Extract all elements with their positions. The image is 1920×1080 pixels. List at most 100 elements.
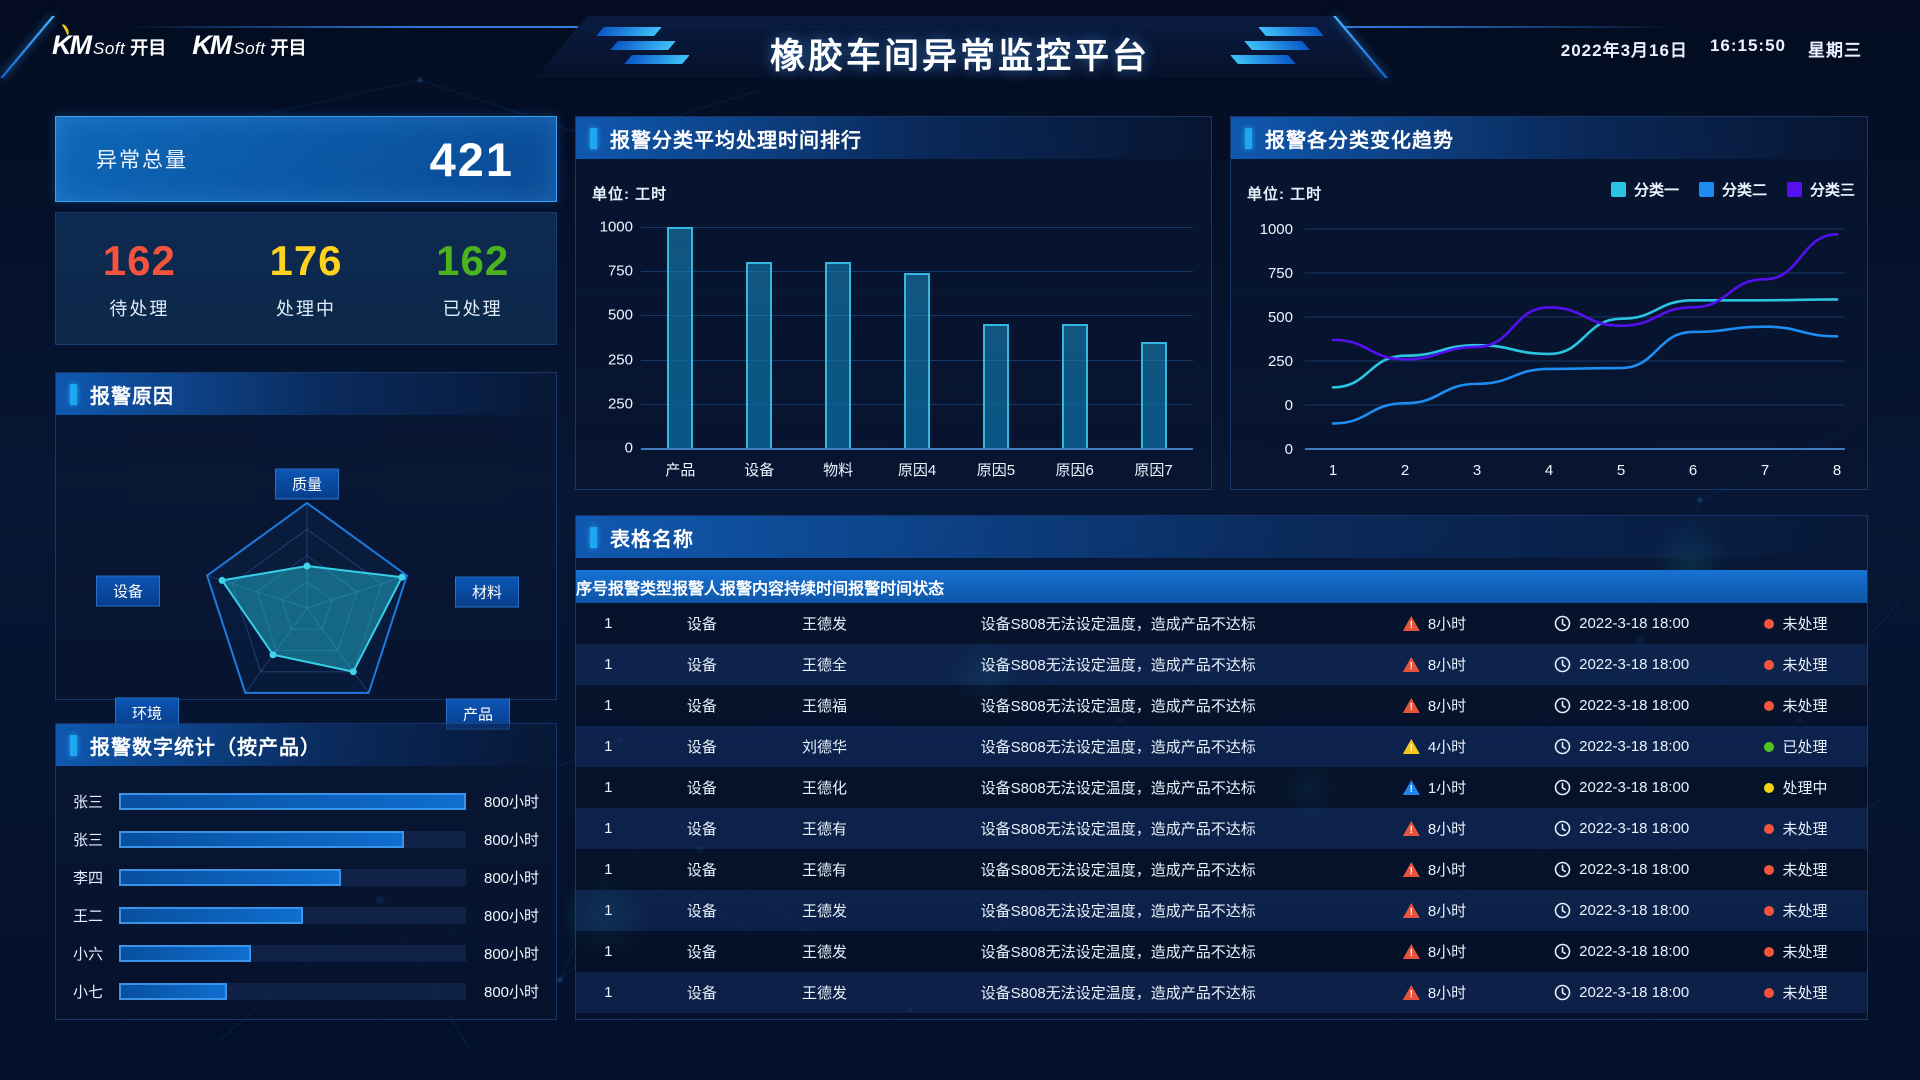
clock-icon (1554, 861, 1571, 878)
status-dot-icon (1764, 947, 1774, 957)
cell-content: 设备S808无法设定温度，造成产品不达标 (886, 777, 1351, 798)
cell-status: 未处理 (1725, 859, 1867, 880)
product-bar-row: 小七 800小时 (56, 972, 556, 1010)
cell-no: 1 (576, 943, 641, 960)
bar-track (119, 831, 466, 848)
cell-reporter: 王德有 (763, 818, 886, 839)
status-dot-icon (1764, 824, 1774, 834)
total-abnormal-card: 异常总量 421 (55, 116, 557, 202)
cell-alarm-time: 2022-3-18 18:00 (1518, 943, 1725, 960)
duration-text: 8小时 (1428, 654, 1466, 675)
cell-alarm-type: 设备 (641, 859, 764, 880)
legend-item[interactable]: 分类二 (1699, 179, 1767, 200)
legend-swatch-icon (1787, 182, 1802, 197)
page-title: 橡胶车间异常监控平台 (0, 28, 1920, 79)
product-bar-row: 李四 800小时 (56, 858, 556, 896)
clock-icon (1554, 615, 1571, 632)
x-category-label: 产品 (641, 459, 720, 480)
cell-alarm-time: 2022-3-18 18:00 (1518, 738, 1725, 755)
status-text: 未处理 (1782, 900, 1827, 921)
legend-label: 分类二 (1722, 179, 1767, 200)
cell-reporter: 王德发 (763, 982, 886, 1003)
cell-alarm-type: 设备 (641, 777, 764, 798)
cell-no: 1 (576, 984, 641, 1001)
svg-text:7: 7 (1761, 462, 1769, 479)
product-name: 小七 (73, 981, 119, 1002)
legend-swatch-icon (1699, 182, 1714, 197)
stat-value: 162 (389, 237, 556, 285)
x-category-label: 设备 (720, 459, 799, 480)
bar-track (119, 945, 466, 962)
cell-content: 设备S808无法设定温度，造成产品不达标 (886, 818, 1351, 839)
time-text: 2022-3-18 18:00 (1579, 697, 1689, 714)
bar-fill (119, 945, 251, 962)
cell-status: 未处理 (1725, 613, 1867, 634)
status-text: 未处理 (1782, 613, 1827, 634)
cell-content: 设备S808无法设定温度，造成产品不达标 (886, 859, 1351, 880)
table-row: 1 设备 王德发 设备S808无法设定温度，造成产品不达标 8小时 2022-3… (576, 972, 1867, 1013)
cell-no: 1 (576, 615, 641, 632)
legend-item[interactable]: 分类三 (1787, 179, 1855, 200)
warning-triangle-icon (1403, 698, 1420, 713)
cell-duration: 8小时 (1351, 859, 1519, 880)
table-row: 1 设备 王德有 设备S808无法设定温度，造成产品不达标 8小时 2022-3… (576, 849, 1867, 890)
panel-title: 表格名称 (610, 523, 694, 552)
cell-alarm-time: 2022-3-18 18:00 (1518, 861, 1725, 878)
radar-axis-label: 设备 (96, 576, 160, 607)
trend-line-分类二 (1333, 327, 1837, 424)
product-bar-row: 王二 800小时 (56, 896, 556, 934)
status-stat: 162 待处理 (56, 237, 223, 321)
duration-text: 8小时 (1428, 859, 1466, 880)
bar-track (119, 869, 466, 886)
bar-track (119, 907, 466, 924)
table-header-row: 序号报警类型报警人报警内容持续时间报警时间状态 (576, 570, 1867, 603)
panel-title: 报警各分类变化趋势 (1265, 124, 1454, 153)
table-body: 1 设备 王德发 设备S808无法设定温度，造成产品不达标 8小时 2022-3… (576, 603, 1867, 1013)
cell-content: 设备S808无法设定温度，造成产品不达标 (886, 654, 1351, 675)
trend-legend: 分类一 分类二 分类三 (1611, 179, 1855, 200)
cell-alarm-type: 设备 (641, 900, 764, 921)
status-stat: 162 已处理 (389, 237, 556, 321)
warning-triangle-icon (1403, 985, 1420, 1000)
duration-text: 1小时 (1428, 777, 1466, 798)
svg-text:4: 4 (1545, 462, 1553, 479)
cell-alarm-type: 设备 (641, 695, 764, 716)
status-text: 未处理 (1782, 818, 1827, 839)
cell-duration: 8小时 (1351, 654, 1519, 675)
table-row: 1 设备 王德化 设备S808无法设定温度，造成产品不达标 1小时 2022-3… (576, 767, 1867, 808)
time-text: 2022-3-18 18:00 (1579, 779, 1689, 796)
product-value: 800小时 (484, 905, 539, 926)
svg-text:5: 5 (1617, 462, 1625, 479)
cell-content: 设备S808无法设定温度，造成产品不达标 (886, 736, 1351, 757)
cell-status: 未处理 (1725, 818, 1867, 839)
bar (1141, 342, 1167, 448)
cell-reporter: 王德福 (763, 695, 886, 716)
x-category-label: 物料 (799, 459, 878, 480)
svg-text:8: 8 (1833, 462, 1841, 479)
svg-text:3: 3 (1473, 462, 1481, 479)
legend-item[interactable]: 分类一 (1611, 179, 1679, 200)
svg-text:0: 0 (1285, 441, 1293, 458)
stat-label: 已处理 (389, 295, 556, 321)
clock-icon (1554, 697, 1571, 714)
time-text: 2022-3-18 18:00 (1579, 738, 1689, 755)
cell-reporter: 刘德华 (763, 736, 886, 757)
trend-line-chart: 10007505002500012345678 (1245, 213, 1855, 483)
bar-track (119, 793, 466, 810)
stat-label: 处理中 (223, 295, 390, 321)
warning-triangle-icon (1403, 903, 1420, 918)
bar (825, 262, 851, 448)
status-text: 未处理 (1782, 941, 1827, 962)
cell-alarm-time: 2022-3-18 18:00 (1518, 779, 1725, 796)
product-bar-row: 小六 800小时 (56, 934, 556, 972)
warning-triangle-icon (1403, 821, 1420, 836)
svg-text:6: 6 (1689, 462, 1697, 479)
cell-duration: 8小时 (1351, 695, 1519, 716)
time-text: 2022-3-18 18:00 (1579, 820, 1689, 837)
product-name: 小六 (73, 943, 119, 964)
svg-text:1: 1 (1329, 462, 1337, 479)
legend-label: 分类一 (1634, 179, 1679, 200)
product-bar-row: 张三 800小时 (56, 782, 556, 820)
cell-content: 设备S808无法设定温度，造成产品不达标 (886, 941, 1351, 962)
product-value: 800小时 (484, 867, 539, 888)
